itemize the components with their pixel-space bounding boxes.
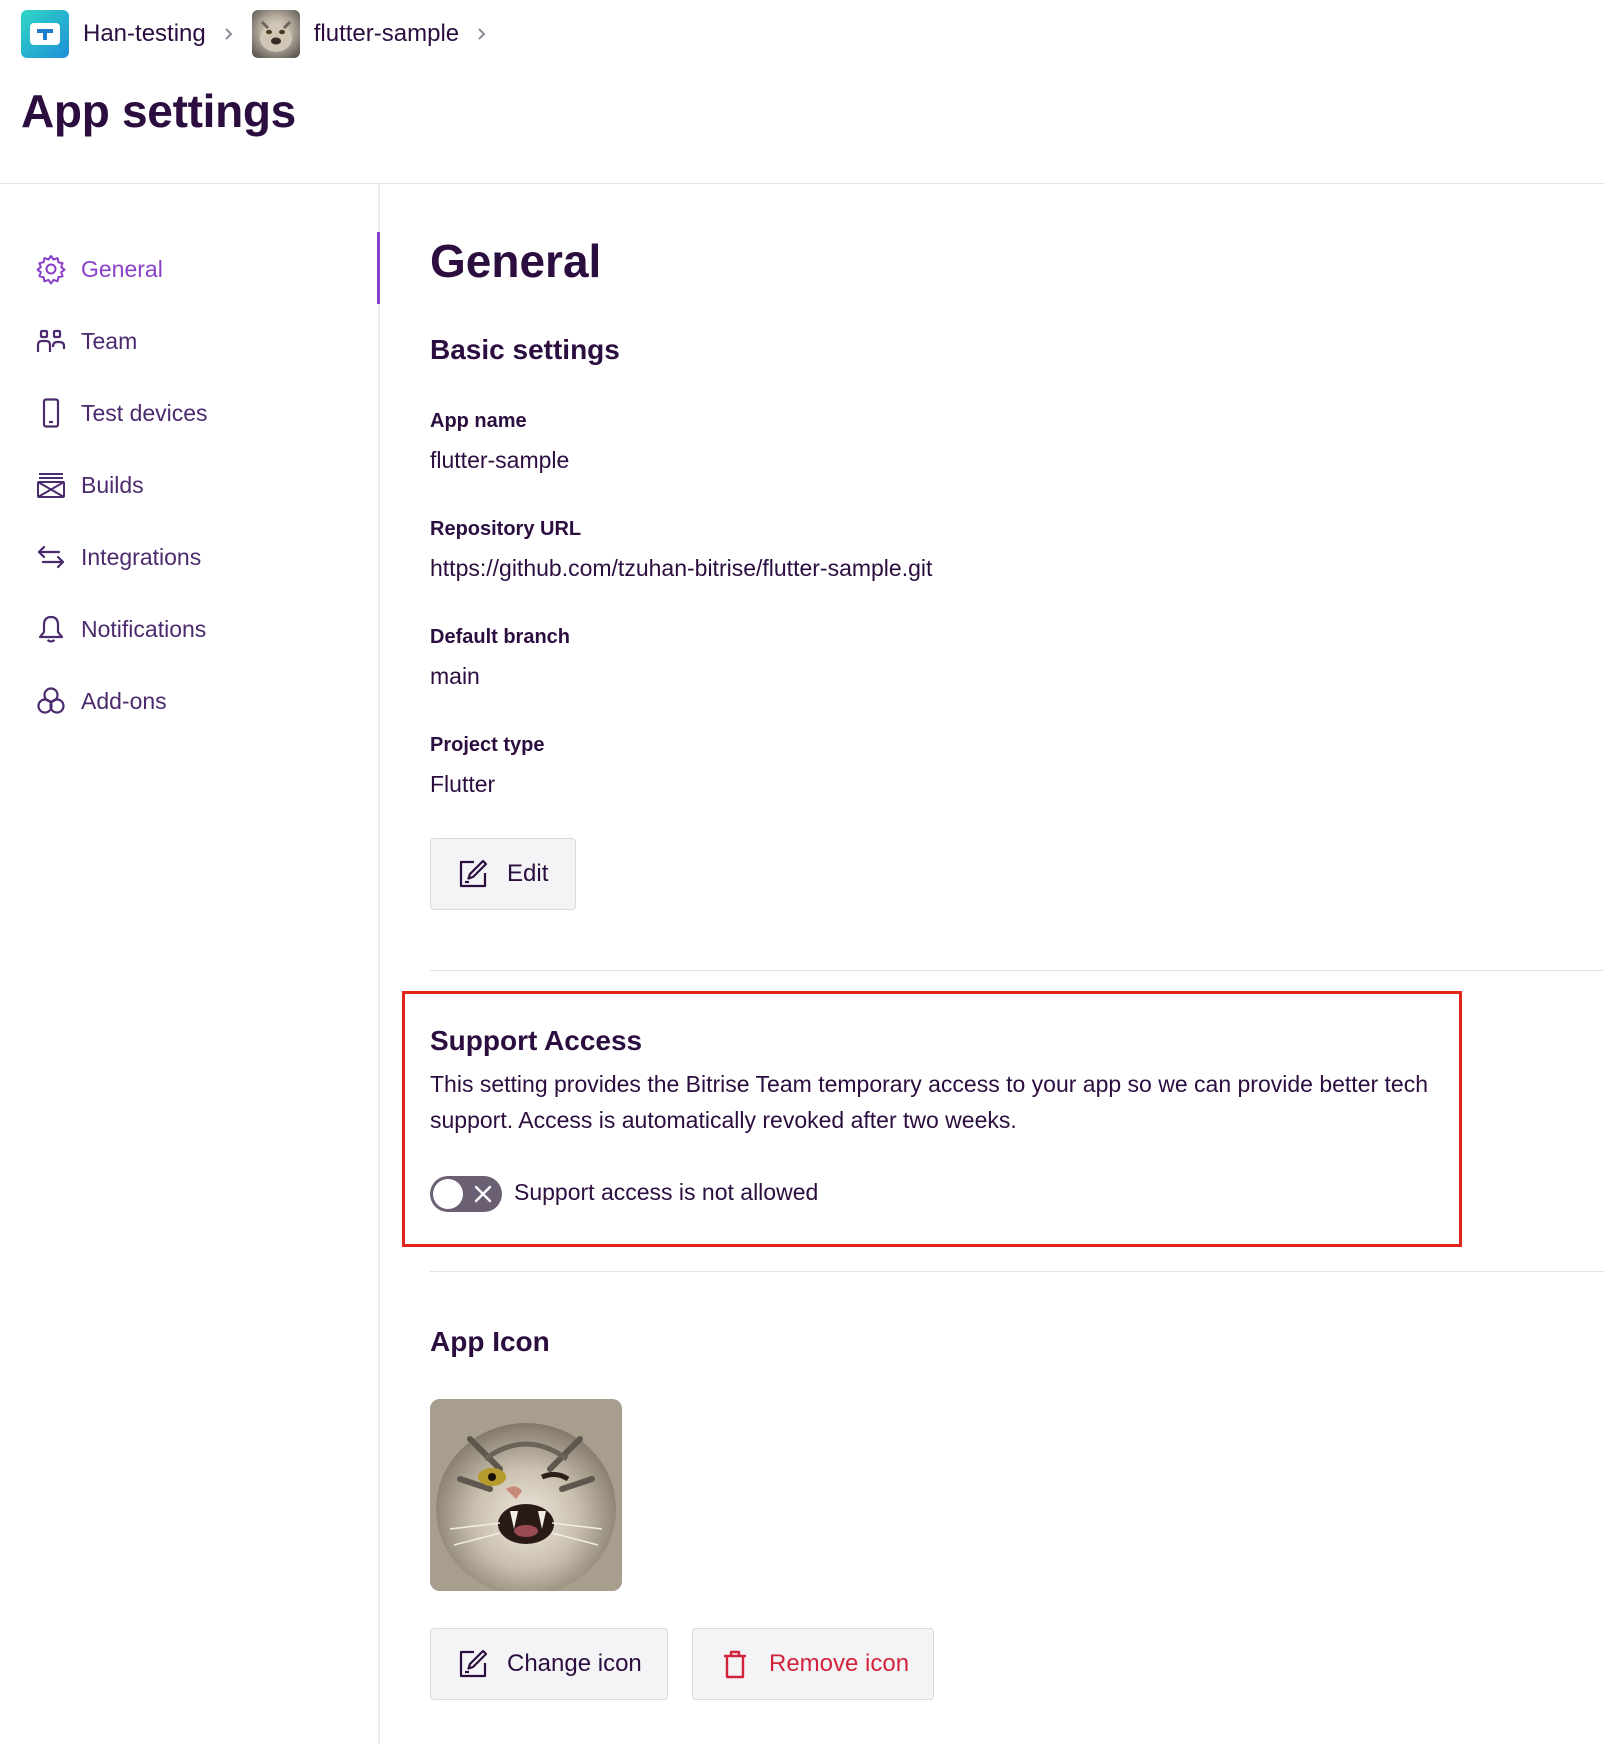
change-icon-label: Change icon: [507, 1650, 642, 1677]
addons-icon: [34, 684, 68, 718]
support-access-toggle[interactable]: [430, 1176, 502, 1212]
breadcrumb: Han-testing flutter-sample: [21, 10, 505, 58]
default-branch-label: Default branch: [430, 626, 571, 648]
sidebar-item-label: Integrations: [81, 543, 202, 570]
close-icon: [474, 1185, 492, 1203]
app-name-value: flutter-sample: [430, 447, 570, 473]
phone-icon: [34, 396, 68, 430]
sidebar-item-add-ons[interactable]: Add-ons: [34, 681, 167, 721]
sidebar-item-integrations[interactable]: Integrations: [34, 537, 201, 577]
sidebar-item-label: Builds: [81, 471, 144, 498]
sidebar-item-team[interactable]: Team: [34, 321, 137, 361]
app-icon-title: App Icon: [430, 1326, 550, 1357]
remove-icon-label: Remove icon: [769, 1650, 910, 1677]
project-type-label: Project type: [430, 734, 545, 756]
toggle-knob: [433, 1179, 463, 1209]
sidebar-item-label: Add-ons: [81, 687, 167, 714]
repo-url-value: https://github.com/tzuhan-bitrise/flutte…: [430, 555, 933, 581]
section-divider: [430, 1271, 1604, 1272]
project-type-value: Flutter: [430, 771, 496, 797]
support-access-description: This setting provides the Bitrise Team t…: [430, 1071, 1429, 1133]
sidebar-item-label: Notifications: [81, 615, 207, 642]
support-access-title: Support Access: [430, 1025, 643, 1056]
breadcrumb-org-link[interactable]: Han-testing: [83, 20, 206, 48]
change-icon-button[interactable]: Change icon: [430, 1628, 668, 1700]
gear-icon: [34, 252, 68, 286]
section-divider: [430, 970, 1604, 971]
sidebar-item-general[interactable]: General: [34, 249, 163, 289]
edit-icon: [455, 1646, 491, 1682]
edit-icon: [455, 856, 491, 892]
builds-icon: [34, 468, 68, 502]
sidebar-item-notifications[interactable]: Notifications: [34, 609, 206, 649]
app-avatar[interactable]: [251, 10, 300, 58]
sidebar-item-label: General: [81, 255, 163, 282]
breadcrumb-app-link[interactable]: flutter-sample: [314, 20, 459, 48]
section-heading: General: [430, 235, 602, 287]
sidebar-item-label: Team: [81, 327, 138, 354]
support-access-status: Support access is not allowed: [514, 1179, 819, 1205]
bitrise-logo-icon[interactable]: [21, 10, 69, 58]
sidebar-item-label: Test devices: [81, 399, 208, 426]
edit-button[interactable]: Edit: [430, 838, 576, 910]
active-indicator: [377, 232, 380, 304]
sidebar-item-builds[interactable]: Builds: [34, 465, 144, 505]
sidebar-item-test-devices[interactable]: Test devices: [34, 393, 208, 433]
team-icon: [34, 324, 68, 358]
trash-icon: [717, 1646, 753, 1682]
chevron-right-icon: [224, 27, 234, 41]
integrations-icon: [34, 540, 68, 574]
basic-settings-title: Basic settings: [430, 334, 620, 365]
edit-button-label: Edit: [507, 860, 549, 887]
bell-icon: [34, 612, 68, 646]
app-icon-image: [430, 1399, 622, 1591]
default-branch-value: main: [430, 663, 480, 689]
remove-icon-button[interactable]: Remove icon: [692, 1628, 934, 1700]
page-title: App settings: [21, 85, 296, 137]
repo-url-label: Repository URL: [430, 518, 582, 540]
chevron-right-icon: [477, 27, 487, 41]
app-name-label: App name: [430, 410, 527, 432]
